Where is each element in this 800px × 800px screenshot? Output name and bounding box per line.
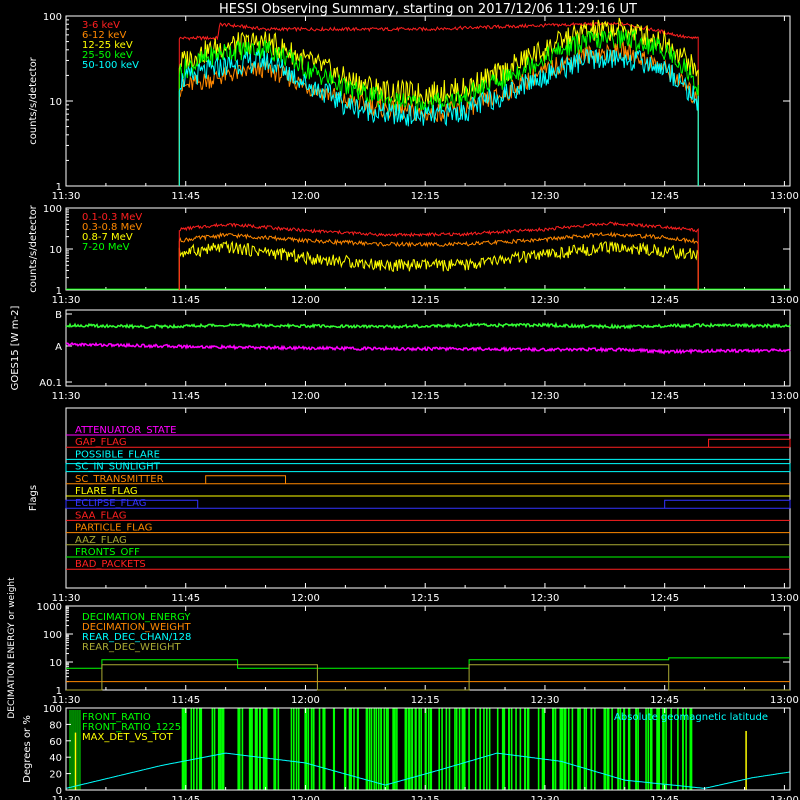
x-tick-label: 12:30	[531, 593, 560, 604]
x-tick-label: 11:30	[52, 191, 81, 202]
x-tick-label: 12:00	[291, 295, 320, 306]
y-tick-label: 40	[49, 753, 62, 764]
flag-label: PARTICLE_FLAG	[75, 523, 152, 534]
legend-entry: 7-20 MeV	[82, 242, 130, 253]
flag-label: SC_IN_SUNLIGHT	[75, 462, 161, 473]
x-tick-label: 12:30	[531, 695, 560, 706]
x-tick-label: 11:45	[171, 391, 200, 402]
x-tick-label: 11:45	[171, 191, 200, 202]
legend-entry: REAR_DEC_WEIGHT	[82, 642, 181, 653]
y-axis-label: Degrees or %	[22, 715, 33, 783]
x-tick-label: 12:00	[291, 191, 320, 202]
x-tick-label: 12:15	[411, 695, 440, 706]
x-tick-label: 12:45	[650, 391, 679, 402]
y-tick-label: B	[55, 310, 62, 321]
x-tick-label: 11:45	[171, 695, 200, 706]
x-tick-label: 12:15	[411, 191, 440, 202]
chart-title: HESSI Observing Summary, starting on 201…	[219, 2, 637, 17]
y-tick-label: 10	[49, 658, 62, 669]
x-tick-label: 12:30	[531, 391, 560, 402]
y-tick-label: 100	[43, 204, 62, 215]
x-tick-label: 11:45	[171, 593, 200, 604]
x-tick-label: 12:30	[531, 191, 560, 202]
y-tick-label: 10	[49, 245, 62, 256]
flag-label: GAP_FLAG	[75, 437, 127, 448]
x-tick-label: 12:00	[291, 391, 320, 402]
y-tick-label: 0	[56, 786, 62, 797]
x-tick-label: 13:00	[770, 795, 799, 800]
legend-entry: 50-100 keV	[82, 60, 139, 71]
x-tick-label: 12:15	[411, 593, 440, 604]
y-axis-label: GOES15 [W m-2]	[10, 306, 21, 391]
x-tick-label: 13:00	[770, 593, 799, 604]
x-tick-label: 12:15	[411, 795, 440, 800]
x-tick-label: 12:45	[650, 795, 679, 800]
x-tick-label: 12:00	[291, 593, 320, 604]
x-tick-label: 11:30	[52, 391, 81, 402]
flag-label: FRONTS_OFF	[75, 547, 140, 558]
x-tick-label: 12:45	[650, 695, 679, 706]
x-tick-label: 12:45	[650, 191, 679, 202]
flag-label: AAZ_FLAG	[75, 535, 127, 546]
flag-label: POSSIBLE_FLARE	[75, 449, 160, 460]
hessi-summary-chart: HESSI Observing Summary, starting on 201…	[0, 0, 800, 800]
y-axis-label: counts/s/detector	[28, 204, 39, 292]
x-tick-label: 12:00	[291, 695, 320, 706]
x-tick-label: 12:30	[531, 295, 560, 306]
x-tick-label: 11:45	[171, 295, 200, 306]
y-axis-label: DECIMATION ENERGY or weight	[7, 577, 17, 719]
x-tick-label: 13:00	[770, 695, 799, 706]
y-axis-label: counts/s/detector	[28, 56, 39, 144]
annotation-label: Absolute geomagnetic latitude	[614, 712, 768, 723]
y-axis-label: Flags	[28, 485, 39, 511]
x-tick-label: 12:45	[650, 295, 679, 306]
x-tick-label: 12:45	[650, 593, 679, 604]
x-tick-label: 13:00	[770, 391, 799, 402]
x-tick-label: 12:00	[291, 795, 320, 800]
flag-label: ATTENUATOR_STATE	[75, 425, 176, 436]
y-tick-label: 100	[43, 630, 62, 641]
y-tick-label: 100	[43, 12, 62, 23]
flag-label: BAD_PACKETS	[75, 559, 146, 570]
y-tick-label: A	[55, 342, 62, 353]
flag-label: FLARE_FLAG	[75, 486, 138, 497]
x-tick-label: 11:45	[171, 795, 200, 800]
x-tick-label: 11:30	[52, 295, 81, 306]
flag-label: SC_TRANSMITTER	[75, 474, 164, 485]
y-tick-label: 60	[49, 737, 62, 748]
y-tick-label: 100	[43, 704, 62, 715]
x-tick-label: 12:15	[411, 295, 440, 306]
y-tick-label: 20	[49, 770, 62, 781]
x-tick-label: 12:15	[411, 391, 440, 402]
flag-label: SAA_FLAG	[75, 510, 126, 521]
y-tick-label: 10	[49, 97, 62, 108]
y-tick-label: 80	[49, 720, 62, 731]
y-tick-label: 1000	[37, 602, 62, 613]
x-tick-label: 13:00	[770, 191, 799, 202]
y-tick-label: A0.1	[39, 378, 62, 389]
x-tick-label: 12:30	[531, 795, 560, 800]
legend-entry: MAX_DET_VS_TOT	[82, 732, 174, 743]
x-tick-label: 13:00	[770, 295, 799, 306]
flag-label: ECLIPSE_FLAG	[75, 498, 146, 509]
